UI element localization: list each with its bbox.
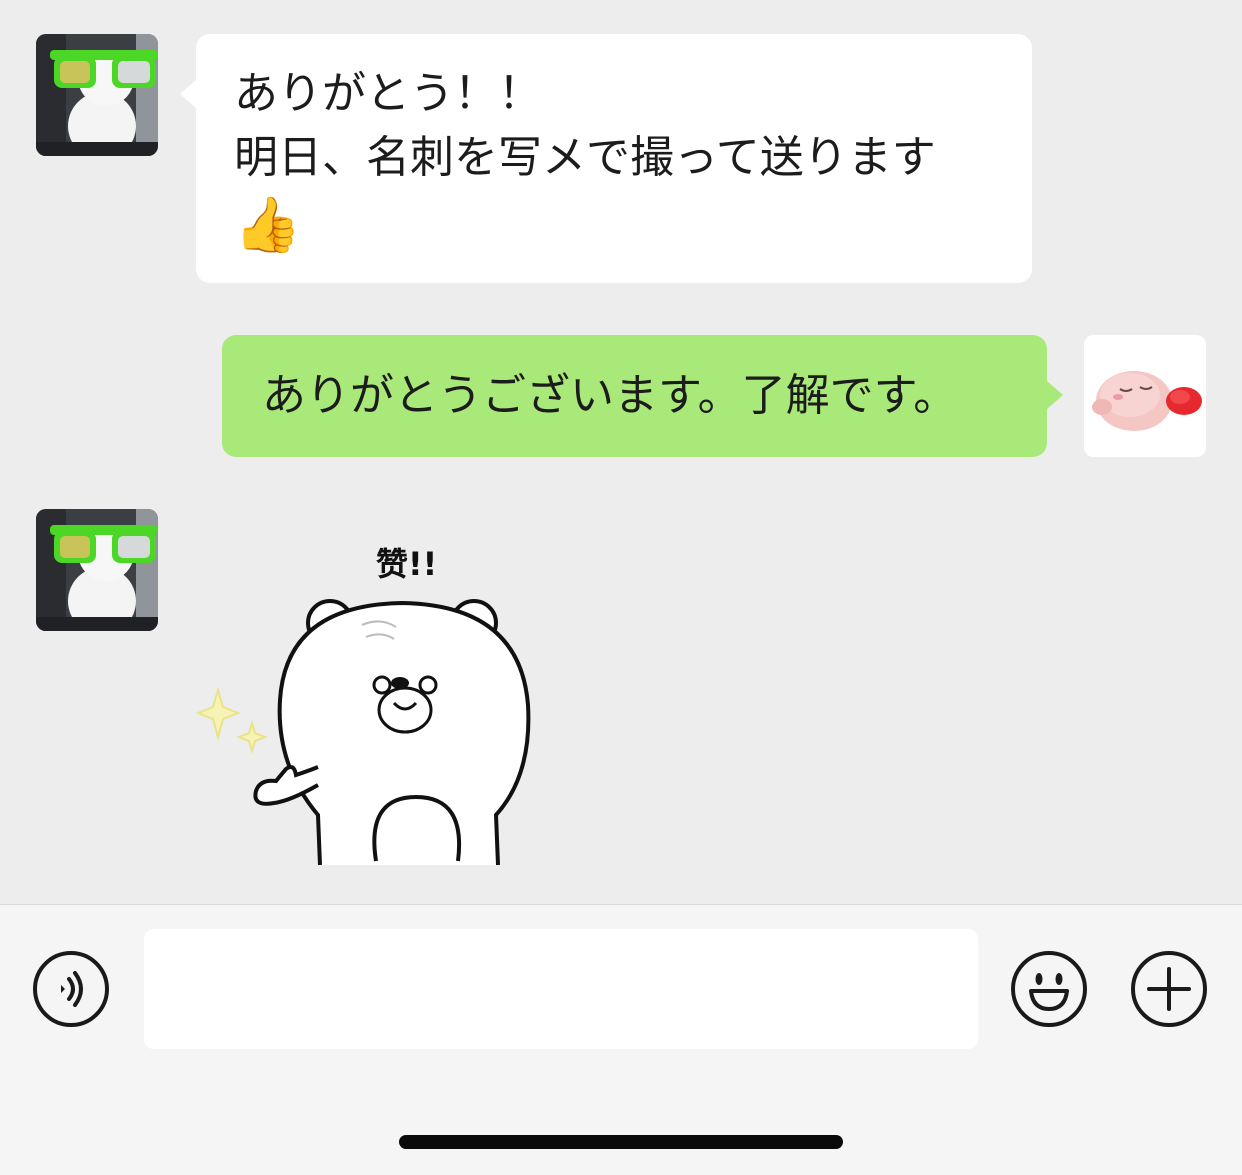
home-indicator[interactable] — [399, 1135, 843, 1149]
add-button[interactable] — [1131, 951, 1207, 1027]
message-text-line: ありがとう！！ — [234, 68, 542, 119]
incoming-message-bubble[interactable]: ありがとう！！ 明日、名刺を写メで撮って送ります 👍 — [180, 34, 1032, 283]
message-text: ありがとうございます。了解です。 — [262, 370, 958, 421]
sticker-caption: 赞!! — [376, 545, 437, 583]
snowman-sunglasses-avatar-icon — [36, 34, 158, 156]
outgoing-message-bubble[interactable]: ありがとうございます。了解です。 — [222, 335, 1063, 457]
thumbs-up-emoji: 👍 — [234, 193, 302, 256]
pink-plush-avatar-icon — [1084, 335, 1206, 457]
emoji-button[interactable] — [1011, 951, 1087, 1027]
bear-thumbs-up-sticker-icon: 赞!! — [195, 545, 531, 866]
smiley-icon — [1029, 973, 1069, 1011]
plus-icon — [1147, 967, 1191, 1011]
voice-icon — [61, 971, 83, 1007]
contact-avatar[interactable] — [36, 34, 158, 156]
snowman-sunglasses-avatar-icon — [36, 509, 158, 631]
sticker-message[interactable]: 赞!! — [190, 535, 550, 866]
message-text-line: 明日、名刺を写メで撮って送ります — [234, 132, 936, 183]
my-avatar[interactable] — [1084, 335, 1206, 457]
message-input[interactable] — [144, 929, 978, 1049]
voice-button[interactable] — [33, 951, 109, 1027]
input-bar — [0, 904, 1242, 1175]
contact-avatar[interactable] — [36, 509, 158, 631]
chat-area: ありがとう！！ 明日、名刺を写メで撮って送ります 👍 ありがとうございます。了解… — [0, 0, 1242, 904]
